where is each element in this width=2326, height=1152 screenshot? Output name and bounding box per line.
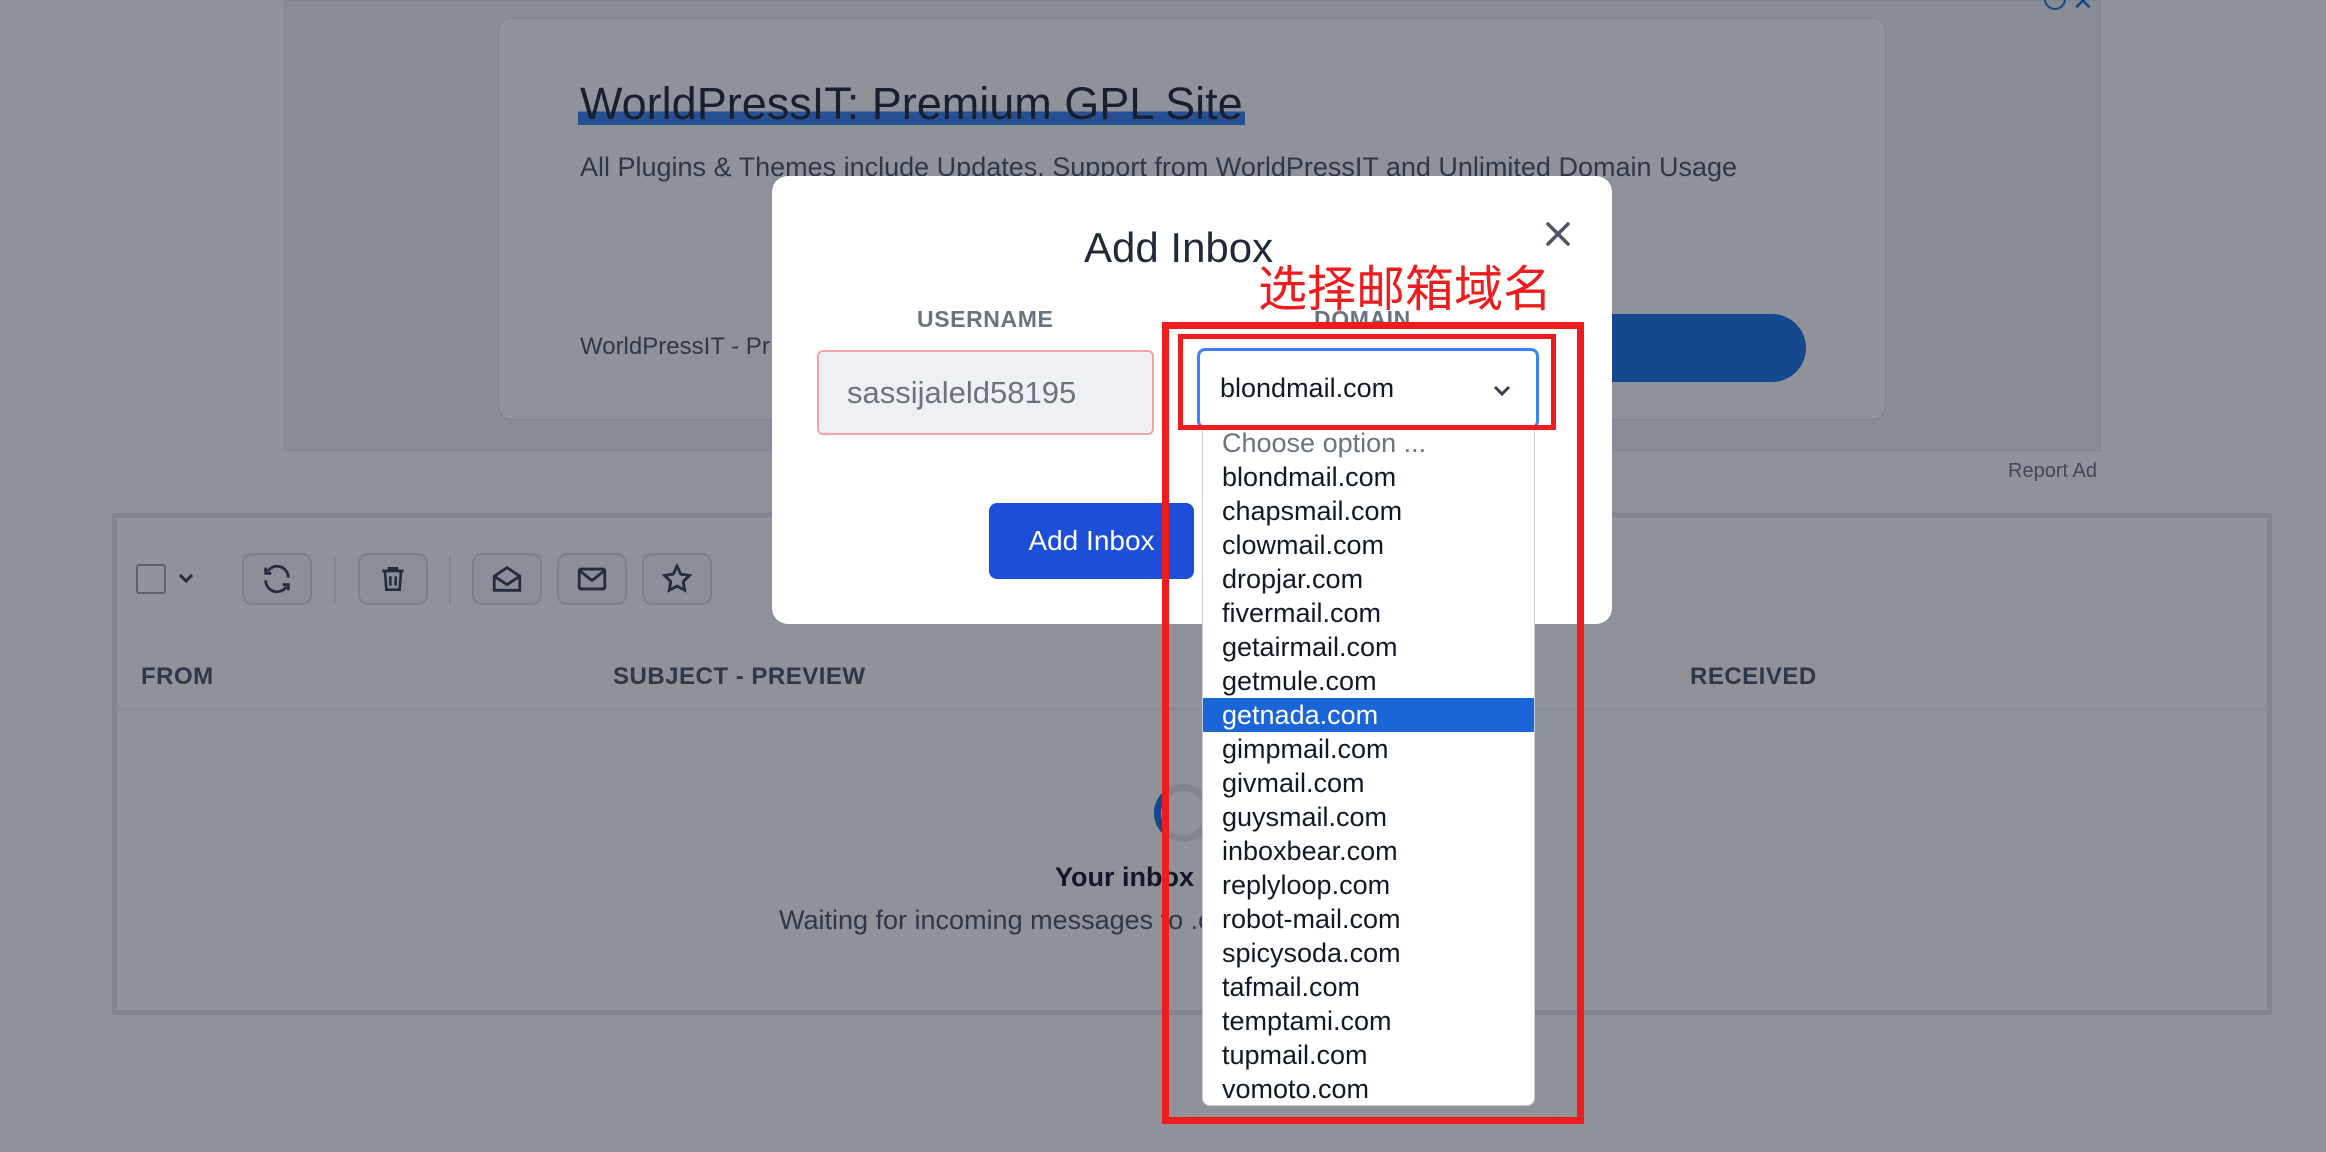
- modal-title: Add Inbox: [1084, 224, 1274, 271]
- annotation-label: 选择邮箱域名: [1258, 261, 1553, 318]
- username-input[interactable]: sassijaleld58195: [817, 350, 1154, 435]
- close-icon[interactable]: [1540, 216, 1576, 252]
- username-label: USERNAME: [917, 306, 1054, 332]
- annotation-box-list: [1162, 322, 1584, 1124]
